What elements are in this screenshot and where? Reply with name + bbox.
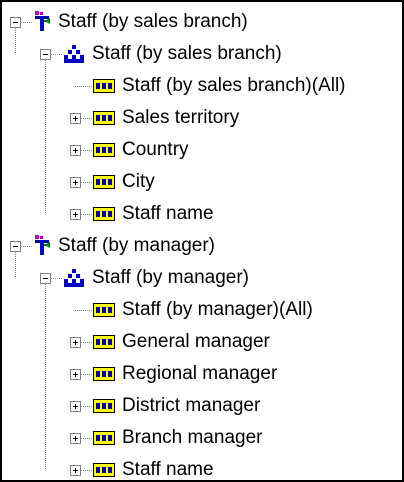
level-node[interactable]: Regional manager (2, 360, 402, 388)
node-label: Staff (by sales branch) (56, 8, 250, 36)
node-label: Regional manager (120, 360, 280, 388)
node-label: City (120, 168, 157, 196)
node-label: Staff (by sales branch)(All) (120, 72, 348, 100)
level-node[interactable]: General manager (2, 328, 402, 356)
level-node[interactable]: Sales territory (2, 104, 402, 132)
expand-button[interactable] (70, 177, 81, 188)
hierarchy-icon (64, 269, 84, 287)
expand-button[interactable] (70, 465, 81, 476)
level-icon (93, 335, 115, 349)
node-label: Staff (by manager) (56, 232, 218, 260)
node-label: Staff (by manager)(All) (120, 296, 315, 324)
level-node[interactable]: Staff (by sales branch)(All) (2, 72, 402, 100)
level-node[interactable]: Branch manager (2, 424, 402, 452)
level-node[interactable]: Country (2, 136, 402, 164)
node-label: Country (120, 136, 191, 164)
node-label: Staff (by sales branch) (90, 40, 284, 68)
node-label: Staff name (120, 200, 216, 228)
expand-button[interactable] (70, 401, 81, 412)
collapse-button[interactable] (10, 241, 21, 252)
level-node[interactable]: Staff (by manager)(All) (2, 296, 402, 324)
node-label: Branch manager (120, 424, 265, 452)
expand-button[interactable] (70, 145, 81, 156)
level-icon (93, 399, 115, 413)
level-icon (93, 303, 115, 317)
expand-button[interactable] (70, 369, 81, 380)
level-icon (93, 367, 115, 381)
dimension-node[interactable]: Staff (by sales branch) (2, 8, 402, 36)
expand-button[interactable] (70, 113, 81, 124)
level-icon (93, 143, 115, 157)
level-node[interactable]: City (2, 168, 402, 196)
level-icon (93, 463, 115, 477)
hierarchy-node[interactable]: Staff (by manager) (2, 264, 402, 292)
hierarchy-node[interactable]: Staff (by sales branch) (2, 40, 402, 68)
level-node[interactable]: Staff name (2, 200, 402, 228)
expand-button[interactable] (70, 209, 81, 220)
node-label: Sales territory (120, 104, 242, 132)
node-label: Staff name (120, 456, 216, 480)
level-icon (93, 175, 115, 189)
collapse-button[interactable] (40, 273, 51, 284)
level-icon (93, 79, 115, 93)
dimension-icon (35, 11, 50, 31)
level-icon (93, 111, 115, 125)
level-node[interactable]: District manager (2, 392, 402, 420)
level-node[interactable]: Staff name (2, 456, 402, 480)
expand-button[interactable] (70, 433, 81, 444)
hierarchy-icon (64, 45, 84, 63)
dimension-node[interactable]: Staff (by manager) (2, 232, 402, 260)
node-label: District manager (120, 392, 263, 420)
node-label: Staff (by manager) (90, 264, 252, 292)
node-label: General manager (120, 328, 272, 356)
level-icon (93, 431, 115, 445)
expand-button[interactable] (70, 337, 81, 348)
collapse-button[interactable] (40, 49, 51, 60)
level-icon (93, 207, 115, 221)
dimension-icon (35, 235, 50, 255)
collapse-button[interactable] (10, 17, 21, 28)
dimension-tree[interactable]: Staff (by sales branch) Staff (by sales b… (0, 0, 404, 482)
